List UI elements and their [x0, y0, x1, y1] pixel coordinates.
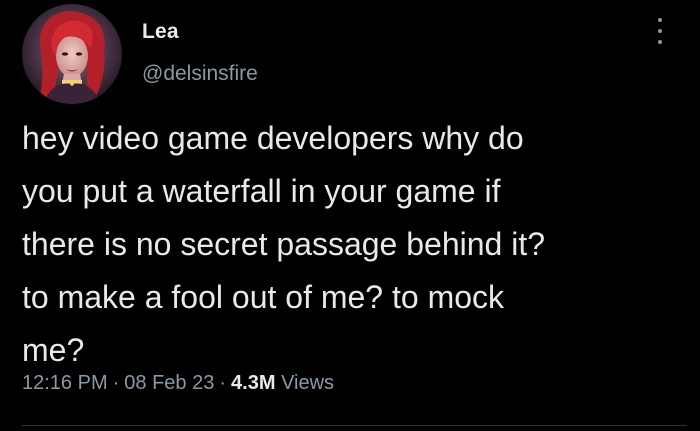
tweet-date[interactable]: 08 Feb 23 [124, 372, 214, 394]
views-label[interactable]: Views [281, 372, 334, 394]
tweet-text-line: you put a waterfall in your game if [22, 173, 501, 209]
more-dot [658, 29, 662, 33]
more-dot [658, 18, 662, 22]
more-dot [658, 40, 662, 44]
tweet-text-line: to make a fool out of me? to mock [22, 279, 505, 315]
tweet-text-line: me? [22, 332, 85, 368]
tweet-text-line: hey video game developers why do [22, 120, 524, 156]
avatar-image [22, 4, 122, 104]
divider [22, 425, 687, 426]
tweet-text-line: there is no secret passage behind it? [22, 226, 545, 262]
display-name[interactable]: Lea [142, 20, 179, 44]
more-vertical-icon[interactable] [648, 16, 672, 46]
tweet-time[interactable]: 12:16 PM [22, 372, 108, 394]
tweet-metadata: 12:16 PM · 08 Feb 23 · 4.3M Views [22, 372, 334, 395]
meta-separator: · [112, 372, 120, 394]
views-count[interactable]: 4.3M [231, 372, 275, 394]
tweet-card: Lea @delsinsfire hey video game develope… [0, 0, 700, 431]
tweet-text: hey video game developers why do you put… [22, 112, 687, 377]
user-handle[interactable]: @delsinsfire [142, 62, 258, 86]
avatar[interactable] [22, 4, 122, 104]
meta-separator: · [219, 372, 227, 394]
